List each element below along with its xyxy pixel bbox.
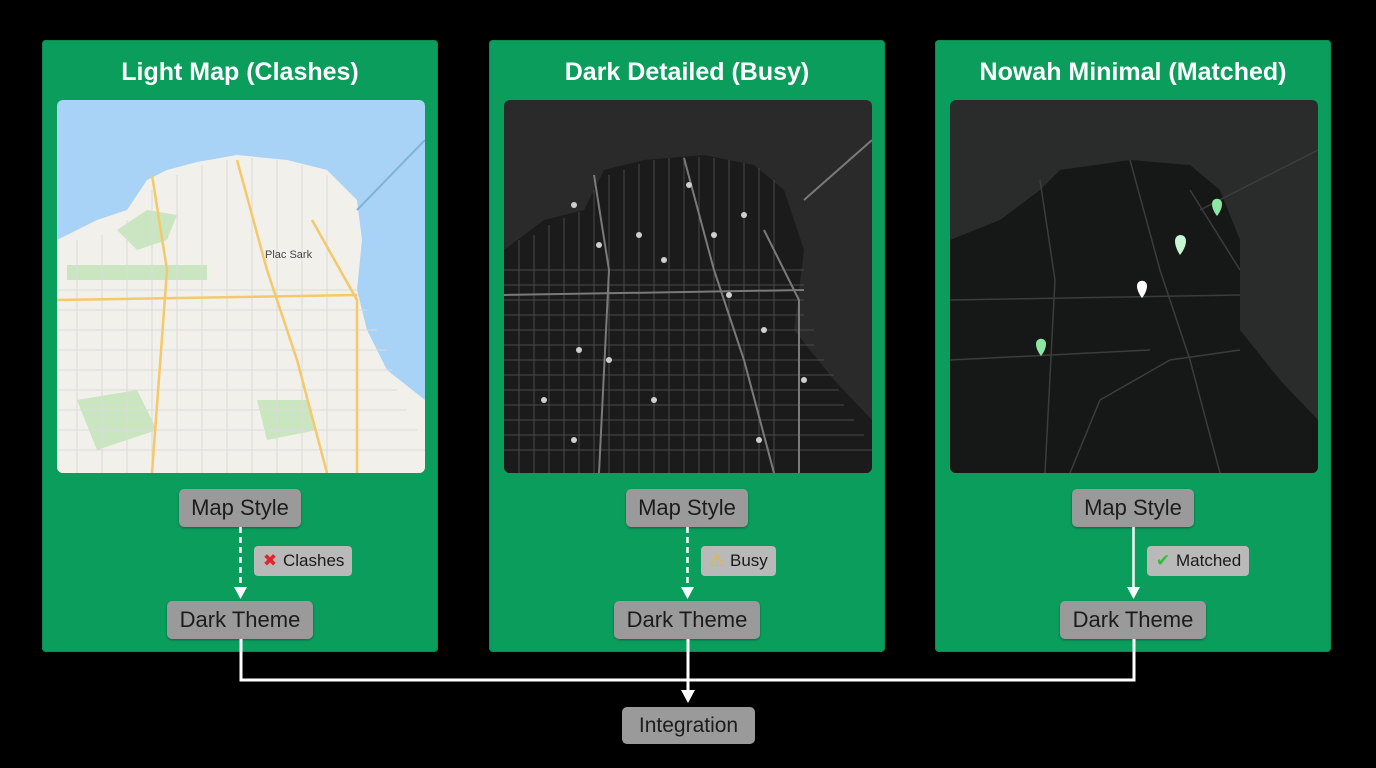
integration-node: Integration — [622, 707, 755, 744]
integration-flow-lines — [239, 639, 1136, 703]
